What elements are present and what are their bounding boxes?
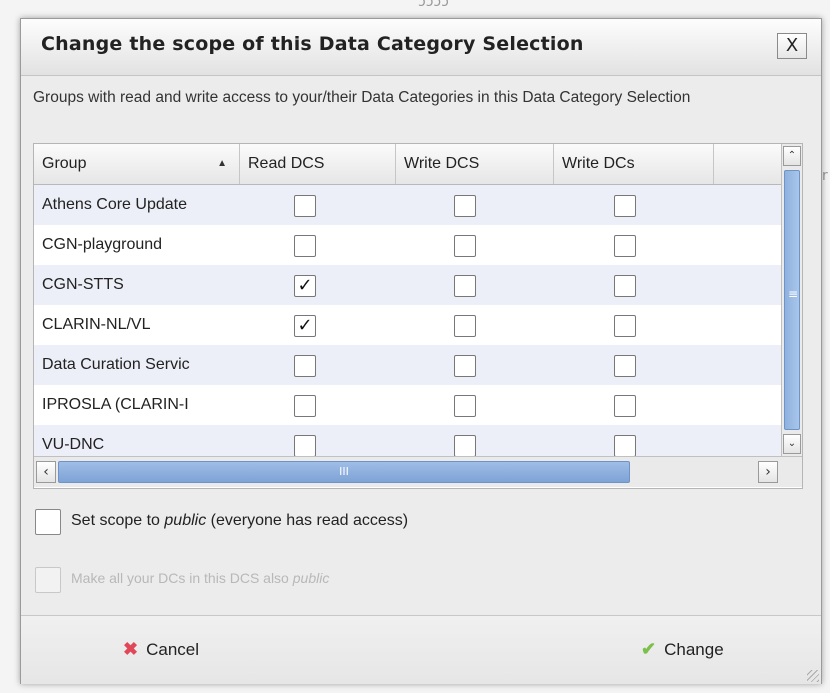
write-dcs-checkbox[interactable]: [454, 395, 476, 417]
dialog-footer: ✖ Cancel ✔ Change: [21, 615, 821, 684]
close-button[interactable]: X: [777, 33, 807, 59]
cancel-icon: ✖: [123, 639, 139, 659]
write-dcs-checkbox[interactable]: [454, 435, 476, 457]
write-dcs-2-checkbox[interactable]: [614, 395, 636, 417]
scroll-right-icon[interactable]: ›: [758, 461, 778, 483]
group-name: IPROSLA (CLARIN-I: [42, 396, 189, 413]
write-dcs-2-checkbox[interactable]: [614, 235, 636, 257]
public-scope-checkbox[interactable]: [35, 509, 61, 535]
group-name: CGN-STTS: [42, 276, 124, 293]
read-dcs-checkbox[interactable]: ✓: [294, 275, 316, 297]
column-header-write-dcs[interactable]: Write DCS: [396, 144, 554, 184]
column-header-write-dcs-2[interactable]: Write DCs: [554, 144, 714, 184]
scroll-left-icon[interactable]: ‹: [36, 461, 56, 483]
table-row[interactable]: CGN-STTS ✓: [34, 265, 782, 305]
group-name: Data Curation Servic: [42, 356, 190, 373]
write-dcs-2-checkbox[interactable]: [614, 195, 636, 217]
read-dcs-checkbox[interactable]: [294, 355, 316, 377]
public-scope-label: Set scope to public (everyone has read a…: [71, 512, 409, 529]
write-dcs-2-checkbox[interactable]: [614, 355, 636, 377]
write-dcs-checkbox[interactable]: [454, 235, 476, 257]
vertical-scrollbar[interactable]: ⌃ ≡ ⌄: [781, 144, 802, 456]
background-artifact: r: [822, 168, 828, 184]
dialog-title: Change the scope of this Data Category S…: [41, 33, 584, 55]
cancel-button[interactable]: ✖ Cancel: [123, 628, 199, 670]
table-row[interactable]: Athens Core Update: [34, 185, 782, 225]
sort-ascending-icon: ▲: [217, 158, 227, 169]
table-row[interactable]: IPROSLA (CLARIN-I: [34, 385, 782, 425]
scroll-down-icon[interactable]: ⌄: [783, 434, 801, 454]
grip-icon: ≡: [788, 287, 799, 301]
write-dcs-checkbox[interactable]: [454, 355, 476, 377]
read-dcs-checkbox[interactable]: [294, 235, 316, 257]
make-dcs-public-checkbox: [35, 567, 61, 593]
table-row[interactable]: CLARIN-NL/VL ✓: [34, 305, 782, 345]
groups-table: Group ▲ Read DCS Write DCS Write DCs Ath…: [33, 143, 803, 489]
write-dcs-2-checkbox[interactable]: [614, 275, 636, 297]
background-artifact: ɔɔɔɔ: [418, 0, 449, 10]
read-dcs-checkbox[interactable]: [294, 395, 316, 417]
write-dcs-checkbox[interactable]: [454, 275, 476, 297]
resize-grip-icon[interactable]: [807, 670, 819, 682]
read-dcs-checkbox[interactable]: [294, 195, 316, 217]
change-label: Change: [664, 640, 724, 659]
table-header: Group ▲ Read DCS Write DCS Write DCs: [34, 144, 782, 185]
write-dcs-checkbox[interactable]: [454, 315, 476, 337]
group-name: CLARIN-NL/VL: [42, 316, 151, 333]
dialog-titlebar[interactable]: Change the scope of this Data Category S…: [21, 19, 821, 76]
column-header-group[interactable]: Group ▲: [34, 144, 240, 184]
group-name: Athens Core Update: [42, 196, 187, 213]
cancel-label: Cancel: [146, 640, 200, 659]
scope-dialog: Change the scope of this Data Category S…: [20, 18, 822, 684]
horizontal-scrollbar[interactable]: ‹ III ›: [34, 456, 802, 487]
make-dcs-public-label: Make all your DCs in this DCS also publi…: [71, 570, 330, 586]
scroll-up-icon[interactable]: ⌃: [783, 146, 801, 166]
table-row[interactable]: Data Curation Servic: [34, 345, 782, 385]
table-body: Athens Core Update CGN-playground CGN-STTS…: [34, 185, 782, 465]
column-header-read-dcs[interactable]: Read DCS: [240, 144, 396, 184]
horizontal-scroll-thumb[interactable]: III: [58, 461, 630, 483]
group-name: CGN-playground: [42, 236, 163, 253]
column-label: Group: [42, 155, 87, 172]
write-dcs-2-checkbox[interactable]: [614, 435, 636, 457]
write-dcs-2-checkbox[interactable]: [614, 315, 636, 337]
write-dcs-checkbox[interactable]: [454, 195, 476, 217]
read-dcs-checkbox[interactable]: ✓: [294, 315, 316, 337]
dialog-description: Groups with read and write access to you…: [33, 89, 691, 106]
column-header-empty: [714, 144, 782, 184]
vertical-scroll-thumb[interactable]: ≡: [784, 170, 800, 430]
table-row[interactable]: CGN-playground: [34, 225, 782, 265]
read-dcs-checkbox[interactable]: [294, 435, 316, 457]
checkmark-icon: ✔: [641, 639, 657, 659]
change-button[interactable]: ✔ Change: [641, 628, 724, 670]
